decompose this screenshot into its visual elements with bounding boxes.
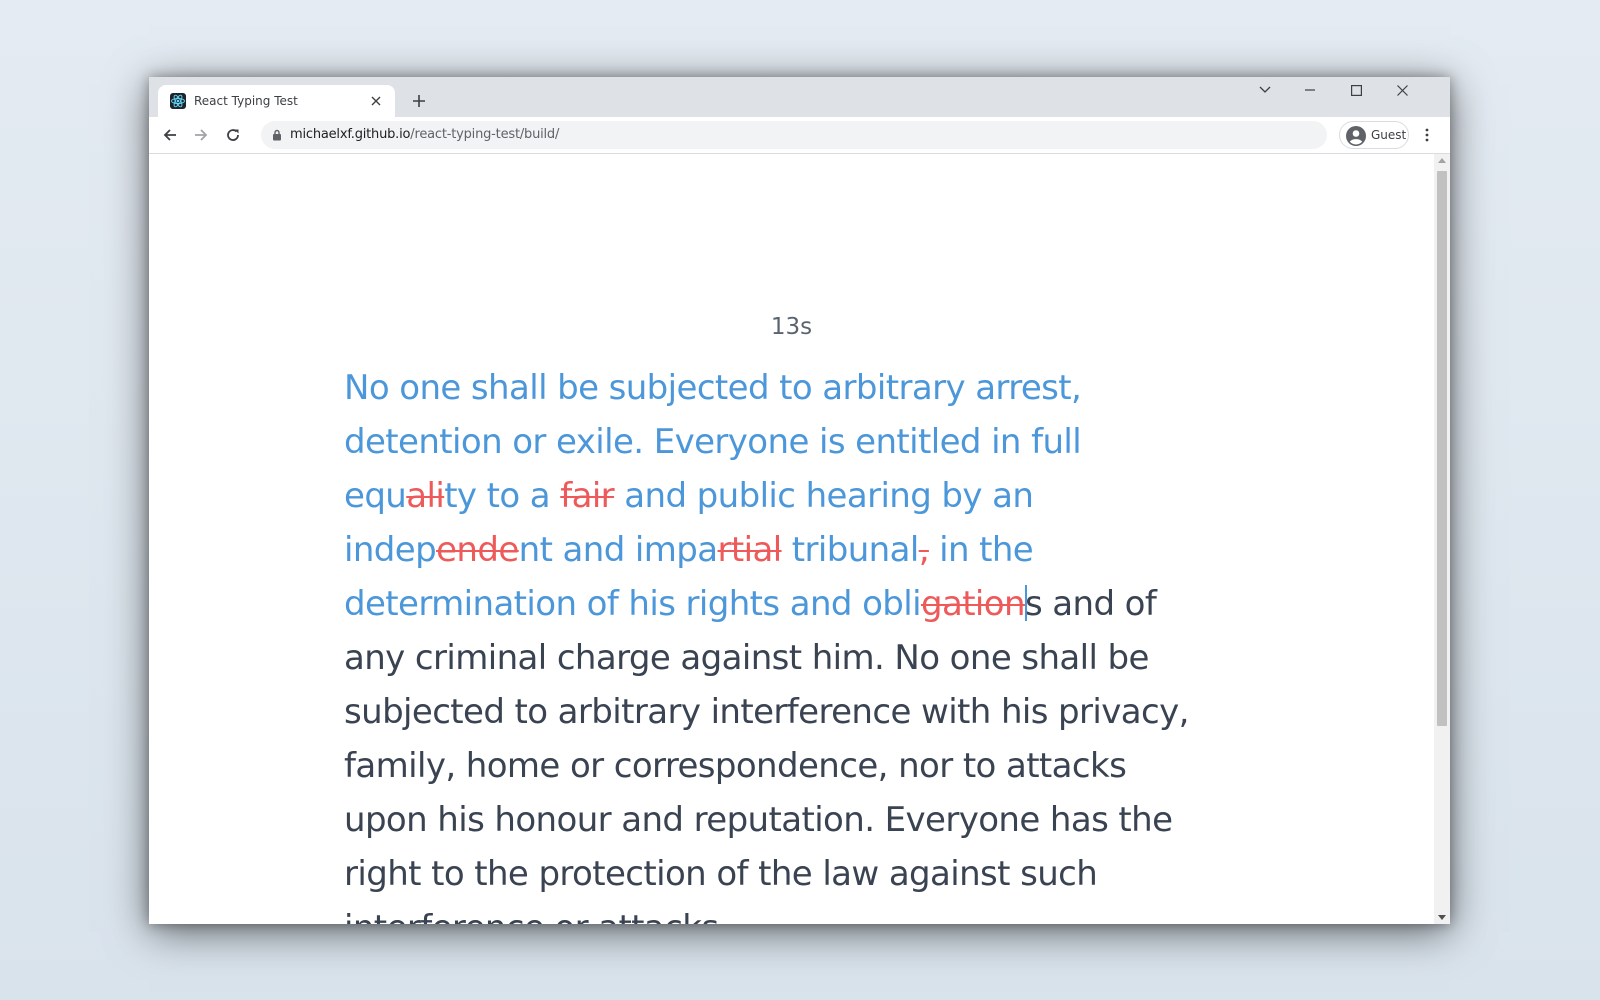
tab-search-button[interactable] — [1242, 77, 1288, 103]
tab-title: React Typing Test — [194, 94, 298, 108]
typed-correct-text: determination of his rights and obli — [344, 584, 922, 624]
passage-line: family, home or correspondence, nor to a… — [344, 739, 1224, 793]
url-text: michaelxf.github.io/react-typing-test/bu… — [290, 127, 559, 142]
profile-label: Guest — [1371, 128, 1407, 142]
reload-icon — [227, 129, 239, 141]
plus-icon — [413, 95, 425, 107]
passage-line: determination of his rights and obligati… — [344, 577, 1224, 631]
typed-correct-text: in the — [928, 530, 1034, 570]
typed-error-text: ali — [406, 476, 445, 516]
passage-line: detention or exile. Everyone is entitled… — [344, 415, 1224, 469]
typed-correct-text: and public hearing by an — [614, 476, 1034, 516]
typed-correct-text: nt and impa — [518, 530, 718, 570]
passage-line: interference or attacks. — [344, 901, 1224, 924]
timer: 13s — [770, 314, 813, 340]
react-logo-icon — [170, 93, 186, 109]
typed-correct-text: tribunal — [781, 530, 920, 570]
passage-line: No one shall be subjected to arbitrary a… — [344, 361, 1224, 415]
minimize-button[interactable] — [1287, 77, 1333, 103]
tab-close-icon[interactable] — [366, 91, 386, 111]
chevron-down-icon — [1259, 86, 1271, 93]
tab-strip: React Typing Test — [149, 77, 1450, 117]
arrow-right-icon — [195, 129, 208, 141]
scroll-down-arrow-icon[interactable] — [1438, 915, 1446, 920]
passage-line: subjected to arbitrary interference with… — [344, 685, 1224, 739]
typed-correct-text: detention or exile. Everyone is entitled… — [344, 422, 1082, 462]
kebab-menu-icon — [1425, 128, 1429, 142]
scroll-up-arrow-icon[interactable] — [1438, 158, 1446, 163]
profile-button[interactable]: Guest — [1339, 121, 1409, 149]
untyped-text: interference or attacks. — [344, 908, 729, 924]
browser-toolbar: michaelxf.github.io/react-typing-test/bu… — [149, 117, 1450, 154]
passage-line: independent and impartial tribunal, in t… — [344, 523, 1224, 577]
lock-icon — [273, 129, 281, 141]
passage-line: any criminal charge against him. No one … — [344, 631, 1224, 685]
untyped-text: s and of — [1024, 584, 1157, 624]
typed-error-text: , — [918, 530, 930, 570]
page-viewport: 13s No one shall be subjected to arbitra… — [149, 154, 1434, 924]
maximize-button[interactable] — [1333, 77, 1379, 103]
passage-line: equality to a fair and public hearing by… — [344, 469, 1224, 523]
browser-menu-button[interactable] — [1417, 123, 1437, 147]
untyped-text: family, home or correspondence, nor to a… — [344, 746, 1127, 786]
typed-error-text: gation — [920, 584, 1026, 624]
typed-correct-text: indep — [344, 530, 437, 570]
typed-error-text: fair — [560, 476, 615, 516]
typed-correct-text: ty to a — [444, 476, 561, 516]
typed-correct-text: No one shall be subjected to arbitrary a… — [344, 368, 1082, 408]
typed-error-text: rtial — [717, 530, 783, 570]
reload-button[interactable] — [221, 123, 245, 147]
address-bar[interactable]: michaelxf.github.io/react-typing-test/bu… — [261, 121, 1327, 149]
untyped-text: upon his honour and reputation. Everyone… — [344, 800, 1173, 840]
arrow-left-icon — [163, 129, 176, 141]
untyped-text: any criminal charge against him. No one … — [344, 638, 1149, 678]
scrollbar[interactable] — [1434, 154, 1450, 924]
maximize-icon — [1350, 84, 1362, 96]
url-path: /react-typing-test/build/ — [410, 127, 560, 142]
close-icon — [1396, 84, 1408, 96]
typing-passage[interactable]: No one shall be subjected to arbitrary a… — [344, 361, 1224, 924]
untyped-text: subjected to arbitrary interference with… — [344, 692, 1189, 732]
forward-button[interactable] — [189, 123, 213, 147]
passage-line: upon his honour and reputation. Everyone… — [344, 793, 1224, 847]
back-button[interactable] — [158, 123, 182, 147]
tab-react-typing-test[interactable]: React Typing Test — [158, 85, 395, 117]
passage-line: right to the protection of the law again… — [344, 847, 1224, 901]
typed-correct-text: equ — [344, 476, 407, 516]
typed-error-text: ende — [436, 530, 519, 570]
url-host: michaelxf.github.io — [290, 127, 411, 142]
browser-window: React Typing Test michaelxf.github.io/re… — [149, 77, 1450, 924]
scrollbar-thumb[interactable] — [1437, 171, 1447, 726]
avatar-icon — [1346, 126, 1366, 146]
new-tab-button[interactable] — [407, 89, 431, 113]
minimize-icon — [1305, 89, 1315, 91]
untyped-text: right to the protection of the law again… — [344, 854, 1098, 894]
close-window-button[interactable] — [1379, 77, 1425, 103]
